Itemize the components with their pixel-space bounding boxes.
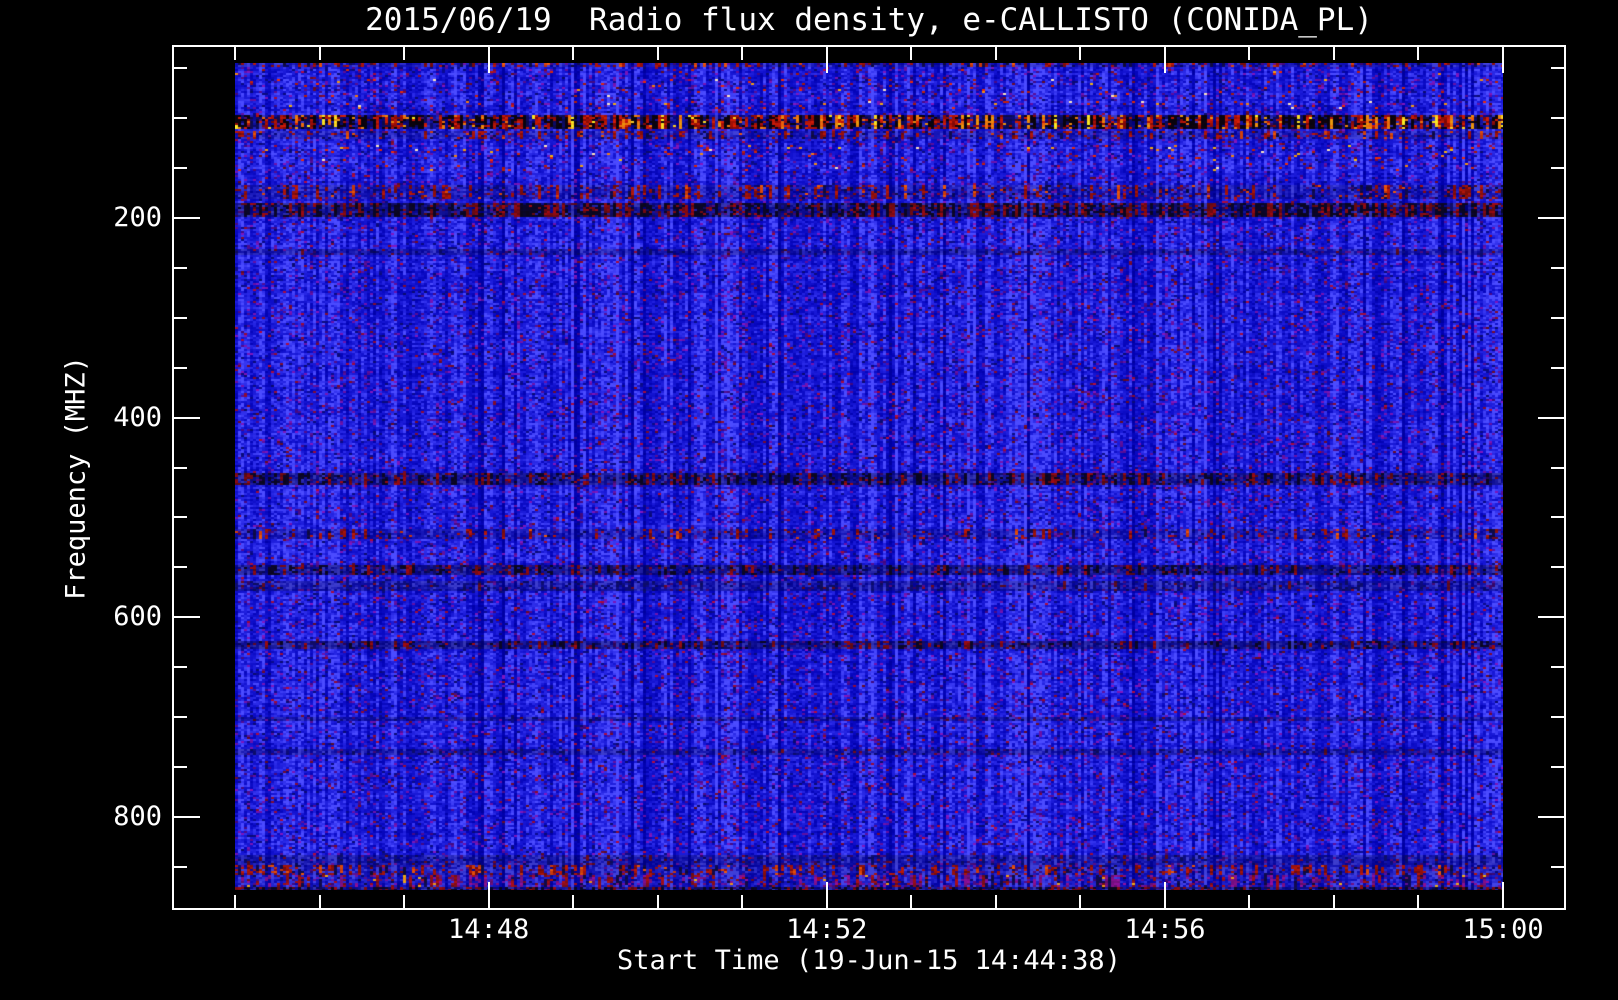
- y-minor-tick-right: [1551, 666, 1566, 668]
- y-minor-tick-right: [1551, 566, 1566, 568]
- x-minor-tick-top: [1248, 45, 1250, 60]
- y-minor-tick-right: [1551, 766, 1566, 768]
- y-minor-tick: [172, 666, 187, 668]
- x-major-tick: [826, 882, 828, 910]
- y-tick-label: 200: [113, 201, 162, 233]
- x-minor-tick: [1248, 895, 1250, 910]
- x-major-tick-top: [1502, 45, 1504, 73]
- x-minor-tick-top: [403, 45, 405, 60]
- x-tick-label: 14:52: [786, 914, 868, 945]
- x-minor-tick-top: [572, 45, 574, 60]
- x-minor-tick-top: [1079, 45, 1081, 60]
- y-major-tick: [172, 417, 200, 419]
- y-minor-tick: [172, 866, 187, 868]
- x-minor-tick-top: [741, 45, 743, 60]
- x-minor-tick: [657, 895, 659, 910]
- y-minor-tick: [172, 467, 187, 469]
- x-minor-tick: [572, 895, 574, 910]
- y-minor-tick-right: [1551, 716, 1566, 718]
- y-tick-label: 800: [113, 801, 162, 833]
- y-minor-tick: [172, 117, 187, 119]
- y-tick-label: 600: [113, 601, 162, 633]
- x-minor-tick-top: [1333, 45, 1335, 60]
- y-minor-tick-right: [1551, 317, 1566, 319]
- x-minor-tick-top: [319, 45, 321, 60]
- x-minor-tick: [403, 895, 405, 910]
- y-minor-tick: [172, 167, 187, 169]
- x-axis-title: Start Time (19-Jun-15 14:44:38): [617, 945, 1121, 976]
- x-minor-tick: [1079, 895, 1081, 910]
- y-major-tick-right: [1538, 816, 1566, 818]
- x-minor-tick: [1333, 895, 1335, 910]
- y-minor-tick-right: [1551, 467, 1566, 469]
- x-major-tick: [1502, 882, 1504, 910]
- chart-title: 2015/06/19 Radio flux density, e-CALLIST…: [365, 2, 1373, 38]
- y-minor-tick-right: [1551, 67, 1566, 69]
- x-major-tick-top: [826, 45, 828, 73]
- y-major-tick: [172, 217, 200, 219]
- y-minor-tick-right: [1551, 267, 1566, 269]
- y-minor-tick-right: [1551, 367, 1566, 369]
- x-minor-tick: [234, 895, 236, 910]
- y-minor-tick: [172, 367, 187, 369]
- y-minor-tick: [172, 516, 187, 518]
- y-minor-tick: [172, 67, 187, 69]
- x-major-tick-top: [1164, 45, 1166, 73]
- y-minor-tick-right: [1551, 167, 1566, 169]
- y-major-tick: [172, 616, 200, 618]
- y-minor-tick: [172, 766, 187, 768]
- x-minor-tick: [741, 895, 743, 910]
- y-minor-tick: [172, 267, 187, 269]
- y-major-tick-right: [1538, 417, 1566, 419]
- x-tick-label: 15:00: [1462, 914, 1544, 945]
- y-minor-tick-right: [1551, 516, 1566, 518]
- x-minor-tick-top: [1417, 45, 1419, 60]
- y-minor-tick: [172, 716, 187, 718]
- x-minor-tick-top: [995, 45, 997, 60]
- spectrogram-figure: 2015/06/19 Radio flux density, e-CALLIST…: [0, 0, 1618, 1000]
- y-axis-title: Frequency (MHZ): [60, 356, 92, 600]
- x-minor-tick: [995, 895, 997, 910]
- x-minor-tick: [1417, 895, 1419, 910]
- spectrogram-canvas: [235, 63, 1503, 890]
- x-minor-tick-top: [910, 45, 912, 60]
- x-major-tick: [1164, 882, 1166, 910]
- y-minor-tick: [172, 317, 187, 319]
- x-major-tick: [488, 882, 490, 910]
- y-minor-tick: [172, 566, 187, 568]
- y-tick-label: 400: [113, 401, 162, 433]
- y-major-tick-right: [1538, 616, 1566, 618]
- x-major-tick-top: [488, 45, 490, 73]
- y-major-tick-right: [1538, 217, 1566, 219]
- x-tick-label: 14:56: [1124, 914, 1206, 945]
- x-minor-tick: [319, 895, 321, 910]
- y-major-tick: [172, 816, 200, 818]
- x-minor-tick: [910, 895, 912, 910]
- y-minor-tick-right: [1551, 866, 1566, 868]
- x-tick-label: 14:48: [447, 914, 530, 945]
- y-minor-tick-right: [1551, 117, 1566, 119]
- x-minor-tick-top: [234, 45, 236, 60]
- x-minor-tick-top: [657, 45, 659, 60]
